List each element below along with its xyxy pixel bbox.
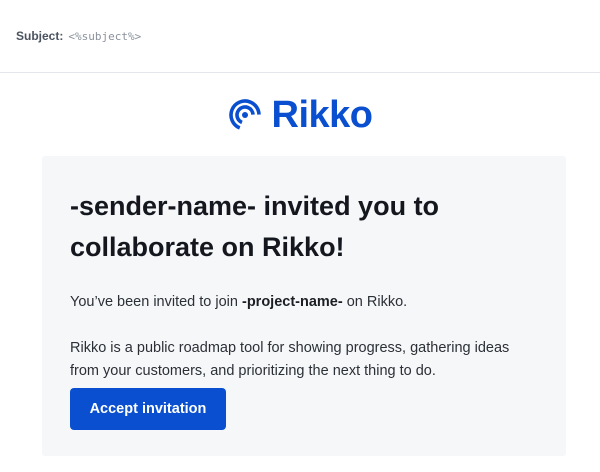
subject-label: Subject: xyxy=(16,29,64,43)
headline: -sender-name- invited you to collaborate… xyxy=(70,191,440,262)
project-name: -project-name- xyxy=(241,294,343,310)
invite-suffix: on Rikko. xyxy=(342,294,408,310)
invite-message: You’ve been invited to join -project-nam… xyxy=(70,291,538,314)
subject-value: <%subject%> xyxy=(68,29,142,43)
description: Rikko is a public roadmap tool for showi… xyxy=(70,340,510,379)
invite-prefix: You’ve been invited to join xyxy=(70,294,242,310)
logo-text: Rikko xyxy=(271,94,373,136)
logo: Rikko xyxy=(0,93,600,137)
invitation-card: -sender-name- invited you to collaborate… xyxy=(42,156,566,456)
subject-bar: Subject: <%subject%> xyxy=(0,0,600,73)
broadcast-icon xyxy=(228,98,262,132)
accept-invitation-button[interactable]: Accept invitation xyxy=(70,388,226,430)
